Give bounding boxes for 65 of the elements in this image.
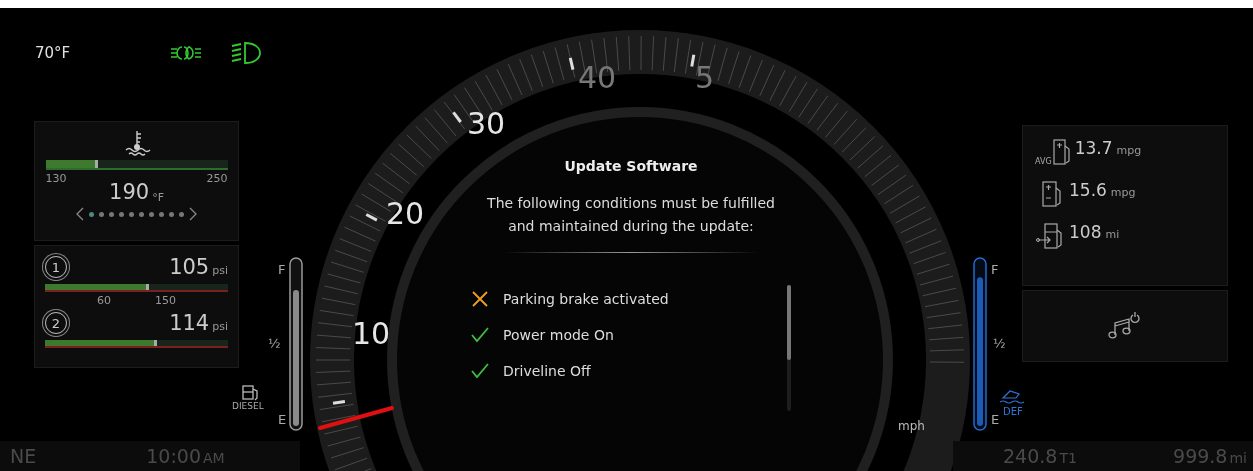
dialog-message: The following conditions must be fulfilled and maintained during the update: [486, 194, 776, 236]
pressure-unit: psi [212, 320, 228, 333]
def-empty-label: E [991, 412, 1000, 427]
trip-unit: mi [1105, 228, 1120, 241]
page-dot[interactable] [139, 211, 144, 217]
pressure-value: 105 [169, 255, 210, 279]
page-dot[interactable] [99, 211, 104, 217]
fuel-range-icon [1035, 222, 1065, 250]
speed-label: 30 [467, 106, 506, 141]
compass-heading: NE [10, 445, 37, 467]
brake-circuit-label: 2 [45, 312, 67, 334]
condition-label: Parking brake activated [503, 291, 669, 307]
trip-value: 108 [1069, 222, 1102, 242]
odometer: 999.8 [1173, 445, 1228, 467]
coolant-max-label: 250 [206, 172, 228, 185]
speed-label: 5 [695, 60, 715, 95]
speed-unit: mph [898, 419, 925, 433]
page-dot[interactable] [119, 211, 124, 217]
page-dot[interactable] [149, 211, 154, 217]
outside-temperature: 70°F [35, 44, 71, 62]
def-half-label: ½ [993, 336, 1006, 351]
speed-label: 20 [386, 196, 425, 231]
coolant-unit: °F [152, 191, 164, 204]
page-dot[interactable] [89, 211, 94, 217]
fuel-empty-label: E [278, 412, 287, 427]
coolant-temperature-icon [122, 128, 151, 156]
page-dot[interactable] [159, 211, 164, 217]
pressure-scale-label: 60 [97, 294, 111, 308]
trip-value: 13.7 [1074, 138, 1113, 158]
trip-unit: mpg [1116, 144, 1142, 157]
coolant-value: 190 [109, 180, 150, 204]
dialog-title: Update Software [564, 158, 698, 174]
scrollbar[interactable] [787, 285, 791, 411]
average-label: AVG [1035, 157, 1052, 166]
trip-value: 15.6 [1069, 180, 1107, 200]
music-power-icon[interactable] [1108, 311, 1142, 341]
trip-odometer: 240.8 [1003, 445, 1058, 467]
brake-circuit-label: 1 [45, 256, 67, 278]
clock-time: 10:00 [146, 445, 201, 467]
fuel-pump-icon [242, 385, 258, 401]
condition-label: Driveline Off [503, 363, 591, 379]
def-full-label: F [991, 262, 999, 277]
speed-label: 40 [578, 60, 617, 95]
page-dot[interactable] [169, 211, 174, 217]
speed-label: 10 [352, 316, 391, 351]
def-fluid-icon [999, 390, 1025, 404]
trip-unit: mpg [1110, 186, 1136, 199]
coolant-min-label: 130 [45, 172, 67, 185]
page-dot[interactable] [109, 211, 114, 217]
def-label: DEF [1003, 406, 1023, 417]
fuel-half-label: ½ [268, 336, 281, 351]
next-icon[interactable] [189, 207, 197, 221]
previous-icon[interactable] [76, 207, 84, 221]
clock-meridiem: AM [203, 450, 225, 466]
pressure-unit: psi [212, 264, 228, 277]
pressure-value: 114 [169, 311, 210, 335]
page-dot[interactable] [129, 211, 134, 217]
condition-label: Power mode On [503, 327, 614, 343]
trip-odometer-label: T1 [1059, 450, 1077, 466]
fuel-type-label: DIESEL [232, 401, 264, 411]
odometer-unit: mi [1229, 450, 1247, 466]
page-dot[interactable] [179, 211, 184, 217]
fuel-pump-icon [1052, 138, 1071, 166]
fuel-full-label: F [278, 262, 286, 277]
pressure-scale-label: 150 [155, 294, 176, 308]
